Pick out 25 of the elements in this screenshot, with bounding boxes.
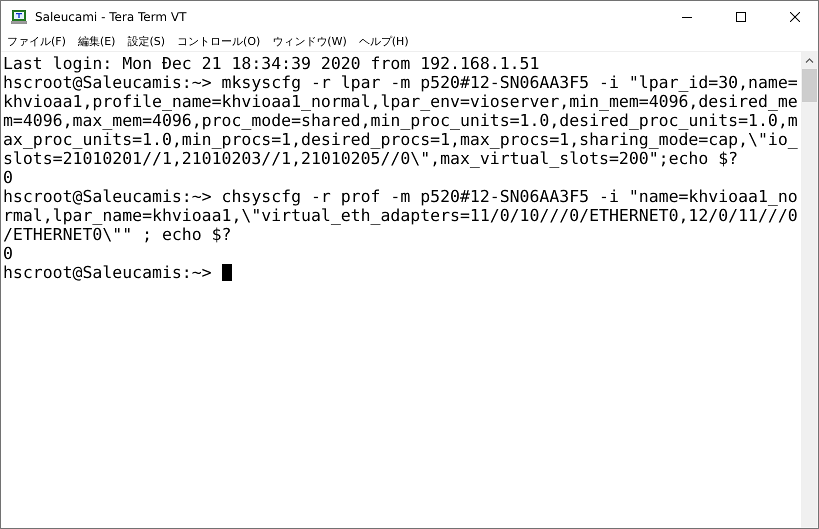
terminal-icon	[11, 10, 27, 24]
terminal-line: Last login: Mon Đec 21 18:34:39 2020 from 192.168.1.51	[3, 54, 540, 73]
terminal-line: hscroot@Saleucamis:~> chsyscfg -r prof -m p520#12-SN06AA3F5 -i "name=khvioaa1_no	[3, 187, 798, 206]
menu-item[interactable]: ウィンドウ(W)	[270, 34, 349, 49]
window-title: Saleucami - Tera Term VT	[35, 10, 188, 24]
menu-item[interactable]: コントロール(O)	[175, 34, 262, 49]
terminal-line: khvioaa1,profile_name=khvioaa1_normal,lpar_env=vioserver,min_mem=4096,desired_me	[3, 92, 798, 111]
text-cursor	[222, 264, 232, 281]
terminal-line: 0	[3, 244, 13, 263]
menu-item[interactable]: 設定(S)	[125, 34, 168, 49]
menu-item[interactable]: ファイル(F)	[5, 34, 68, 49]
terminal-line: rmal,lpar_name=khvioaa1,\"virtual_eth_adapters=11/0/10///0/ETHERNET0,12/0/11///0	[3, 206, 798, 225]
menu-item[interactable]: 編集(E)	[76, 34, 118, 49]
menu-item[interactable]: ヘルプ(H)	[356, 34, 411, 49]
terminal-line: /ETHERNET0\"" ; echo $?	[3, 225, 232, 244]
terminal-line: m=4096,max_mem=4096,proc_mode=shared,min_proc_units=1.0,desired_proc_units=1.0,m	[3, 111, 798, 130]
terminal-line: ax_proc_units=1.0,min_procs=1,desired_procs=1,max_procs=1,sharing_mode=cap,\"io_	[3, 130, 798, 149]
terminal-line: hscroot@Saleucamis:~> mksyscfg -r lpar -m p520#12-SN06AA3F5 -i "lpar_id=30,name=	[3, 73, 798, 92]
terminal-line: 0	[3, 168, 13, 187]
terminal-line: slots=21010201//1,21010203//1,21010205//0\",max_virtual_slots=200";echo $?	[3, 149, 738, 168]
scrollbar-thumb[interactable]	[802, 69, 817, 102]
scrollbar[interactable]	[801, 52, 818, 528]
close-icon	[790, 12, 800, 22]
maximize-icon	[736, 12, 746, 22]
terminal-prompt: hscroot@Saleucamis:~>	[3, 263, 212, 282]
